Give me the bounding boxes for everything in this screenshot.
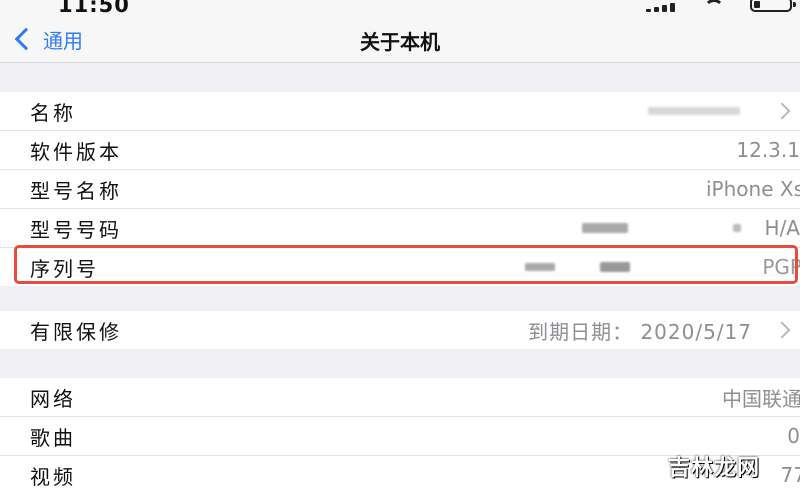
videos-label: 视频 [30,464,76,489]
network-value: 中国联通 [722,386,800,411]
warranty-value: 到期日期： 2020/5/17 [528,319,752,344]
chevron-right-icon [773,102,791,120]
navigation-bar: 通用 关于本机 [0,16,800,63]
battery-icon [750,0,796,12]
model-name-row: 型号名称 iPhone Xs [0,170,800,209]
model-number-row[interactable]: 型号号码 H/A [0,209,800,248]
status-bar: 11:50 [0,0,800,17]
model-name-value: iPhone Xs [706,177,800,201]
warranty-row[interactable]: 有限保修 到期日期： 2020/5/17 [0,311,800,349]
videos-value: 77 [780,463,800,487]
songs-value: 0 [787,424,800,448]
wifi-icon [696,0,732,10]
chevron-right-icon [773,321,791,339]
software-version-row[interactable]: 软件版本 12.3.1 [0,131,800,170]
software-version-label: 软件版本 [30,139,122,164]
status-time: 11:50 [58,0,130,17]
model-number-value: H/A [764,216,800,240]
name-label: 名称 [30,100,76,125]
name-row[interactable]: 名称 [0,92,800,131]
network-row: 网络 中国联通 [0,378,800,417]
songs-label: 歌曲 [30,425,76,450]
redacted-model-number-2 [733,224,741,232]
model-name-label: 型号名称 [30,178,122,203]
signal-icon [646,2,678,12]
model-number-label: 型号号码 [30,217,122,242]
software-version-value: 12.3.1 [736,138,800,162]
redacted-model-number [582,223,628,233]
serial-highlight-box [14,245,798,284]
warranty-section: 有限保修 到期日期： 2020/5/17 [0,311,800,349]
watermark-text: 吉林龙网 [667,456,760,481]
network-label: 网络 [30,386,76,411]
warranty-label: 有限保修 [30,319,122,344]
redacted-name [648,107,740,115]
page-title: 关于本机 [360,30,440,54]
